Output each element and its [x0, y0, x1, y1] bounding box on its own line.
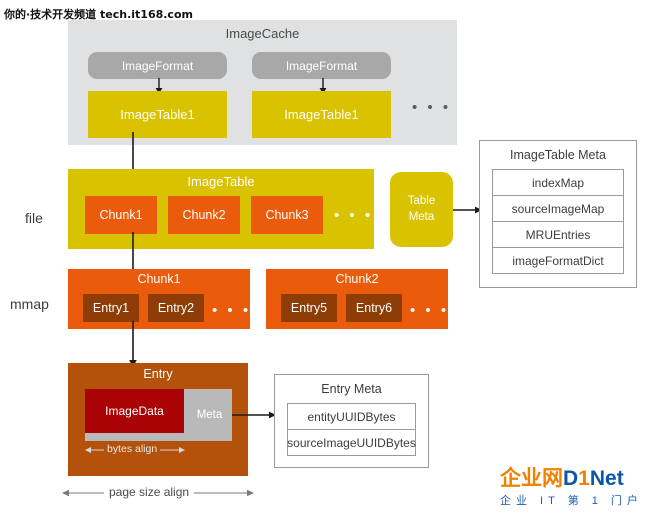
imagecache-title: ImageCache [225, 26, 300, 41]
chunk2-detail-title: Chunk2 [335, 272, 379, 286]
imagetable-meta-row: imageFormatDict [493, 248, 623, 274]
entry-meta-row: entityUUIDBytes [288, 404, 415, 430]
imagetable-title: ImageTable [187, 174, 255, 189]
entry5-chip[interactable]: Entry5 [281, 294, 337, 322]
imagetable1-label-right: ImageTable1 [284, 107, 359, 122]
imageformat-pill-left-label: ImageFormat [121, 58, 194, 73]
d1net-logo-main: 企业网D1Net [500, 468, 660, 489]
entry6-chip[interactable]: Entry6 [346, 294, 402, 322]
chunk1-chip[interactable]: Chunk1 [85, 196, 157, 234]
table-meta-label-line1: Table [407, 194, 436, 207]
entry-meta-block-label: Meta [196, 409, 223, 421]
arrow-entry-to-entry-detail [129, 321, 137, 367]
imagetable-meta-row: indexMap [493, 170, 623, 196]
entry-detail-title: Entry [143, 367, 173, 381]
imageformat-pill-left[interactable]: ImageFormat [88, 52, 227, 79]
chunk2-chip-label: Chunk2 [182, 208, 226, 222]
diagram-canvas: 你的·技术开发频道 tech.it168.com ImageCache Imag… [0, 0, 670, 516]
layer-label-file: file [25, 210, 43, 226]
chunk3-chip-label: Chunk3 [265, 208, 309, 222]
imageformat-pill-right[interactable]: ImageFormat [252, 52, 391, 79]
entry-meta-row: sourceImageUUIDBytes [287, 430, 416, 456]
chunk2-chip[interactable]: Chunk2 [168, 196, 240, 234]
imagecache-ellipsis: • • • [412, 99, 452, 116]
d1net-logo-net: Net [589, 467, 624, 490]
imagetable1-box-left[interactable]: ImageTable1 [88, 91, 227, 138]
entry-meta-card: Entry Meta entityUUIDBytes sourceImageUU… [274, 374, 429, 468]
entry5-chip-label: Entry5 [290, 301, 328, 315]
chunk1-detail-ellipsis: • • • [212, 302, 252, 319]
table-meta-box[interactable]: Table Meta [390, 172, 453, 247]
entry1-chip[interactable]: Entry1 [83, 294, 139, 322]
layer-label-mmap: mmap [10, 296, 49, 312]
bytes-align-label: bytes align [104, 443, 161, 455]
entry2-chip[interactable]: Entry2 [148, 294, 204, 322]
page-size-align-label: page size align [104, 485, 195, 499]
imagetable-meta-title: ImageTable Meta [510, 148, 606, 162]
imagedata-block[interactable]: ImageData [85, 389, 184, 433]
d1net-logo-cn: 企业网 [500, 467, 563, 490]
imagetable-meta-card: ImageTable Meta indexMap sourceImageMap … [479, 140, 637, 288]
table-meta-label-line2: Meta [408, 210, 435, 223]
imageformat-pill-right-label: ImageFormat [285, 58, 358, 73]
imagetable-meta-row: MRUEntries [493, 222, 623, 248]
imagetable-meta-row: sourceImageMap [493, 196, 623, 222]
d1net-logo: 企业网D1Net 企业 IT 第 1 门户 [500, 468, 660, 510]
chunk1-chip-label: Chunk1 [99, 208, 143, 222]
imagetable1-label-left: ImageTable1 [120, 107, 195, 122]
imagedata-label: ImageData [105, 404, 164, 418]
d1net-logo-d: D [563, 467, 579, 490]
imagetable-ellipsis: • • • [334, 207, 374, 224]
entry2-chip-label: Entry2 [157, 301, 195, 315]
entry-meta-block[interactable]: Meta [187, 389, 232, 441]
entry-meta-title: Entry Meta [321, 382, 382, 396]
chunk1-detail-title: Chunk1 [137, 272, 181, 286]
chunk2-detail-ellipsis: • • • [410, 302, 450, 319]
entry1-chip-label: Entry1 [92, 301, 130, 315]
chunk3-chip[interactable]: Chunk3 [251, 196, 323, 234]
d1net-logo-subtitle: 企业 IT 第 1 门户 [500, 495, 643, 507]
d1net-logo-one: 1 [578, 467, 590, 490]
entry6-chip-label: Entry6 [355, 301, 393, 315]
arrow-meta-to-entrymeta [232, 411, 276, 419]
imagetable1-box-right[interactable]: ImageTable1 [252, 91, 391, 138]
